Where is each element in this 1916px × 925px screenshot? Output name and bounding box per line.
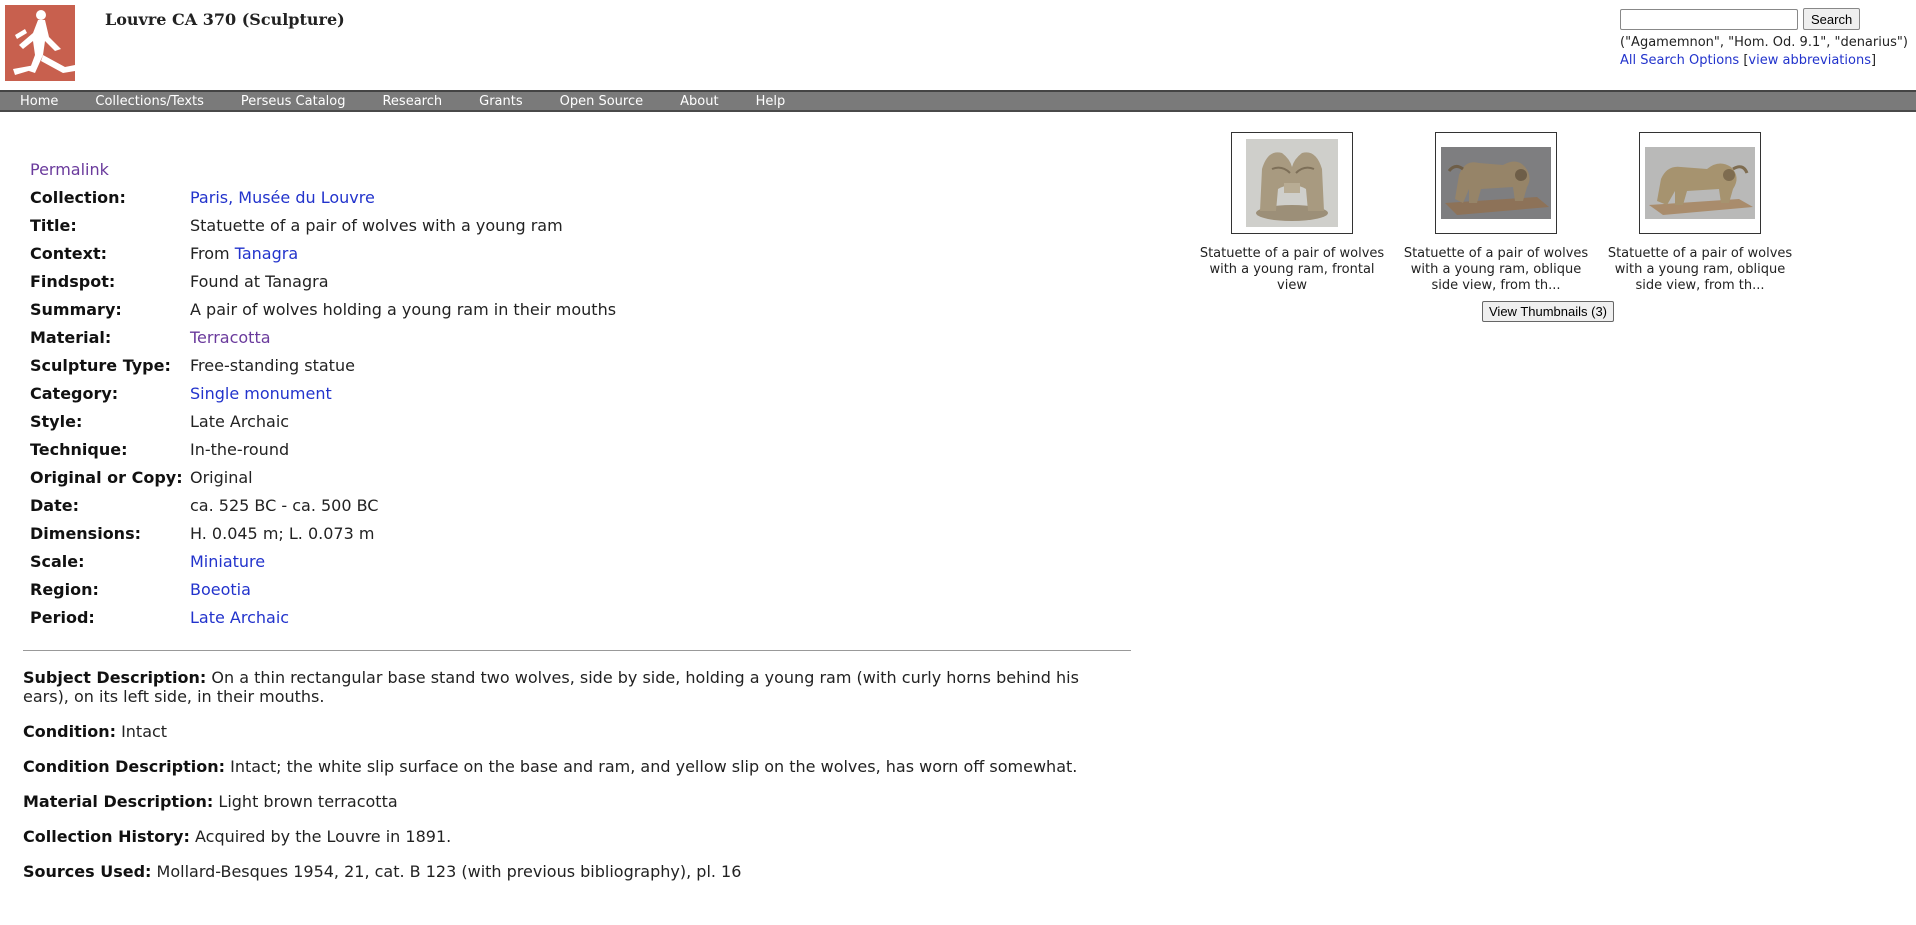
meta-label: Findspot: bbox=[30, 272, 116, 291]
meta-label: Scale: bbox=[30, 552, 85, 571]
meta-label: Context: bbox=[30, 244, 107, 263]
meta-value: A pair of wolves holding a young ram in … bbox=[190, 300, 617, 319]
meta-label: Sculpture Type: bbox=[30, 356, 171, 375]
meta-row-region: Region: Boeotia bbox=[30, 576, 616, 604]
meta-label: Material: bbox=[30, 328, 112, 347]
nav-grants[interactable]: Grants bbox=[479, 94, 523, 109]
main-nav: Home Collections/Texts Perseus Catalog R… bbox=[0, 90, 1916, 112]
meta-row-scale: Scale: Miniature bbox=[30, 548, 616, 576]
sources-used: Sources Used: Mollard-Besques 1954, 21, … bbox=[23, 862, 742, 881]
descriptions: Subject Description: On a thin rectangul… bbox=[23, 668, 1123, 897]
meta-value: Original bbox=[190, 468, 253, 487]
view-thumbnails-button[interactable]: View Thumbnails (3) bbox=[1482, 301, 1615, 322]
meta-value: Late Archaic bbox=[190, 412, 290, 431]
thumbnail-caption[interactable]: Statuette of a pair of wolves with a you… bbox=[1598, 246, 1802, 294]
meta-label: Date: bbox=[30, 496, 79, 515]
meta-row-title: Title: Statuette of a pair of wolves wit… bbox=[30, 212, 616, 240]
nav-about[interactable]: About bbox=[680, 94, 718, 109]
scale-link[interactable]: Miniature bbox=[190, 548, 265, 576]
meta-row-sculpture-type: Sculpture Type: Free-standing statue bbox=[30, 352, 616, 380]
search-links: All Search Options [view abbreviations] bbox=[1620, 53, 1916, 68]
nav-home[interactable]: Home bbox=[20, 94, 58, 109]
meta-row-dimensions: Dimensions: H. 0.045 m; L. 0.073 m bbox=[30, 520, 616, 548]
region-link[interactable]: Boeotia bbox=[190, 576, 251, 604]
thumbnail-item[interactable]: Statuette of a pair of wolves with a you… bbox=[1598, 132, 1802, 294]
meta-label: Category: bbox=[30, 384, 119, 403]
search-input[interactable] bbox=[1620, 8, 1798, 30]
collection-history: Collection History: Acquired by the Louv… bbox=[23, 827, 452, 846]
subject-description: Subject Description: On a thin rectangul… bbox=[23, 668, 1079, 706]
meta-row-context: Context: From Tanagra bbox=[30, 240, 616, 268]
search-button[interactable]: Search bbox=[1803, 8, 1861, 30]
meta-value: Found at Tanagra bbox=[190, 272, 329, 291]
meta-label: Title: bbox=[30, 216, 77, 235]
meta-value: ca. 525 BC - ca. 500 BC bbox=[190, 496, 379, 515]
material-description: Material Description: Light brown terrac… bbox=[23, 792, 398, 811]
meta-value: H. 0.045 m; L. 0.073 m bbox=[190, 524, 375, 543]
meta-row-material: Material: Terracotta bbox=[30, 324, 616, 352]
thumbnail-strip: Statuette of a pair of wolves with a you… bbox=[1190, 132, 1802, 294]
wolves-oblique-image[interactable] bbox=[1441, 147, 1551, 219]
wolves-oblique-image[interactable] bbox=[1645, 147, 1755, 219]
meta-label: Original or Copy: bbox=[30, 468, 183, 487]
meta-row-original-or-copy: Original or Copy: Original bbox=[30, 464, 616, 492]
context-prefix: From bbox=[190, 244, 235, 263]
meta-row-date: Date: ca. 525 BC - ca. 500 BC bbox=[30, 492, 616, 520]
meta-row-technique: Technique: In-the-round bbox=[30, 436, 616, 464]
thumbnail-frame[interactable] bbox=[1639, 132, 1761, 234]
meta-value: Free-standing statue bbox=[190, 356, 355, 375]
thumbnail-frame[interactable] bbox=[1435, 132, 1557, 234]
nav-help[interactable]: Help bbox=[756, 94, 786, 109]
permalink-link[interactable]: Permalink bbox=[30, 160, 109, 179]
wolves-frontal-image[interactable] bbox=[1246, 139, 1338, 227]
nav-perseus-catalog[interactable]: Perseus Catalog bbox=[241, 94, 346, 109]
thumbnail-caption[interactable]: Statuette of a pair of wolves with a you… bbox=[1190, 246, 1394, 294]
meta-row-findspot: Findspot: Found at Tanagra bbox=[30, 268, 616, 296]
category-link[interactable]: Single monument bbox=[190, 380, 332, 408]
nav-research[interactable]: Research bbox=[382, 94, 442, 109]
meta-row-category: Category: Single monument bbox=[30, 380, 616, 408]
meta-value: In-the-round bbox=[190, 440, 290, 459]
nav-open-source[interactable]: Open Source bbox=[560, 94, 644, 109]
condition-description: Condition Description: Intact; the white… bbox=[23, 757, 1078, 776]
meta-row-summary: Summary: A pair of wolves holding a youn… bbox=[30, 296, 616, 324]
meta-label: Summary: bbox=[30, 300, 122, 319]
search-area: Search ("Agamemnon", "Hom. Od. 9.1", "de… bbox=[1620, 8, 1916, 68]
meta-label: Technique: bbox=[30, 440, 128, 459]
material-link[interactable]: Terracotta bbox=[190, 324, 271, 352]
meta-label: Collection: bbox=[30, 188, 126, 207]
thumbnail-caption[interactable]: Statuette of a pair of wolves with a you… bbox=[1394, 246, 1598, 294]
meta-row-period: Period: Late Archaic bbox=[30, 604, 616, 632]
bracket-close: ] bbox=[1870, 53, 1877, 68]
page-title: Louvre CA 370 (Sculpture) bbox=[105, 10, 345, 29]
meta-value: Statuette of a pair of wolves with a you… bbox=[190, 216, 563, 235]
metadata-table: Permalink Collection: Paris, Musée du Lo… bbox=[30, 156, 616, 632]
view-abbreviations-link[interactable]: view abbreviations bbox=[1748, 53, 1871, 68]
thumbnail-frame[interactable] bbox=[1231, 132, 1353, 234]
thumbnail-item[interactable]: Statuette of a pair of wolves with a you… bbox=[1394, 132, 1598, 294]
thumbnail-item[interactable]: Statuette of a pair of wolves with a you… bbox=[1190, 132, 1394, 294]
nav-collections-texts[interactable]: Collections/Texts bbox=[95, 94, 204, 109]
perseus-logo[interactable] bbox=[5, 5, 87, 81]
meta-value: From Tanagra bbox=[190, 240, 298, 268]
context-link[interactable]: Tanagra bbox=[235, 244, 298, 263]
meta-label: Period: bbox=[30, 608, 95, 627]
meta-row-collection: Collection: Paris, Musée du Louvre bbox=[30, 184, 616, 212]
period-link[interactable]: Late Archaic bbox=[190, 604, 289, 632]
meta-label: Style: bbox=[30, 412, 83, 431]
search-hint: ("Agamemnon", "Hom. Od. 9.1", "denarius"… bbox=[1620, 35, 1908, 50]
condition: Condition: Intact bbox=[23, 722, 168, 741]
all-search-options-link[interactable]: All Search Options bbox=[1620, 53, 1739, 68]
meta-label: Dimensions: bbox=[30, 524, 141, 543]
meta-label: Region: bbox=[30, 580, 99, 599]
section-divider bbox=[23, 650, 1131, 651]
collection-link[interactable]: Paris, Musée du Louvre bbox=[190, 184, 375, 212]
meta-row-style: Style: Late Archaic bbox=[30, 408, 616, 436]
